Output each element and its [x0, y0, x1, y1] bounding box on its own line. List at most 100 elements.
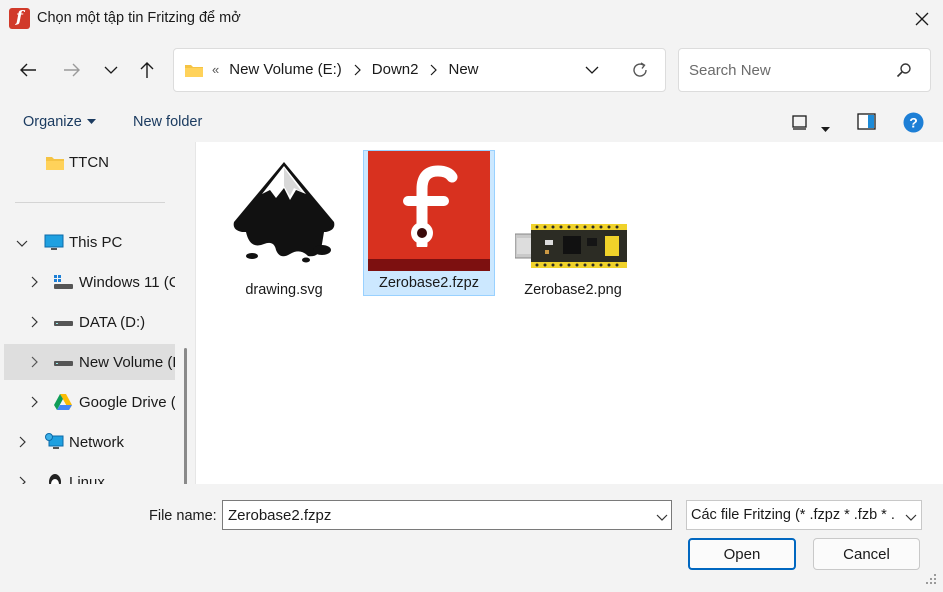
- dialog-footer: File name: Các file Fritzing (* .fzpz * …: [0, 484, 943, 592]
- network-icon: [45, 433, 64, 449]
- sidebar-item-label: DATA (D:): [79, 313, 146, 331]
- cancel-button[interactable]: Cancel: [813, 538, 920, 570]
- sidebar-item-data-d[interactable]: DATA (D:): [0, 304, 175, 340]
- fritzing-icon: [368, 151, 490, 271]
- chevron-right-icon[interactable]: [429, 64, 438, 76]
- navigation-pane: TTCN This PC Windows 11 (C:) DATA (D:) N…: [0, 142, 196, 484]
- sidebar-divider: [15, 202, 165, 203]
- breadcrumb-new[interactable]: New: [448, 61, 478, 78]
- search-icon[interactable]: [896, 62, 912, 81]
- chevron-right-icon[interactable]: [28, 396, 40, 408]
- file-type-dropdown-button[interactable]: [905, 510, 917, 526]
- folder-icon: [46, 157, 64, 170]
- monitor-icon: [44, 234, 64, 250]
- sidebar-item-label: Google Drive (G:): [79, 393, 175, 411]
- file-name-label: drawing.svg: [245, 282, 323, 298]
- sidebar-item-label: Windows 11 (C:): [79, 273, 175, 291]
- recent-locations-button[interactable]: [97, 56, 125, 84]
- pcb-image-icon: [515, 224, 627, 268]
- open-button[interactable]: Open: [688, 538, 796, 570]
- file-name-label: Zerobase2.fzpz: [379, 275, 479, 291]
- help-icon: ?: [903, 112, 924, 133]
- help-button[interactable]: ?: [903, 112, 924, 136]
- refresh-icon: [633, 62, 647, 77]
- organize-label: Organize: [23, 114, 82, 130]
- chevron-right-icon[interactable]: [28, 356, 40, 368]
- address-bar[interactable]: « New Volume (E:) Down2 New: [173, 48, 666, 92]
- view-icon: [792, 115, 807, 130]
- sidebar-item-label: TTCN: [69, 153, 109, 171]
- search-placeholder: Search New: [689, 62, 771, 79]
- chevron-down-icon: [585, 66, 599, 74]
- organize-menu[interactable]: Organize: [23, 114, 96, 130]
- chevron-right-icon[interactable]: [28, 276, 40, 288]
- file-item-drawing-svg[interactable]: drawing.svg: [218, 150, 350, 298]
- chevron-down-icon[interactable]: [16, 237, 28, 249]
- file-item-zerobase2-fzpz[interactable]: Zerobase2.fzpz: [363, 150, 495, 296]
- file-item-zerobase2-png[interactable]: Zerobase2.png: [507, 150, 639, 298]
- fritzing-app-icon: f: [9, 7, 30, 29]
- dialog-title: Chọn một tập tin Fritzing để mở: [37, 10, 241, 26]
- sidebar-item-new-volume[interactable]: New Volume (E:): [4, 344, 175, 380]
- sidebar-item-google-drive[interactable]: Google Drive (G:): [0, 384, 175, 420]
- breadcrumb: « New Volume (E:) Down2 New: [184, 61, 479, 78]
- folder-icon: [185, 64, 203, 77]
- chevron-down-icon: [656, 514, 668, 521]
- file-name-dropdown-button[interactable]: [656, 510, 668, 526]
- file-type-select[interactable]: Các file Fritzing (* .fzpz * .fzb * .: [686, 500, 922, 530]
- breadcrumb-new-volume[interactable]: New Volume (E:): [229, 61, 342, 78]
- sidebar-item-windows-11[interactable]: Windows 11 (C:): [0, 264, 175, 300]
- chevron-down-icon: [905, 514, 917, 521]
- arrow-right-icon: [64, 63, 80, 77]
- sidebar-scrollbar[interactable]: [184, 348, 187, 484]
- sidebar-item-label: This PC: [69, 233, 123, 251]
- windows-drive-icon: [54, 275, 73, 289]
- command-bar: Organize New folder ?: [0, 102, 943, 142]
- view-options-button[interactable]: [790, 114, 810, 135]
- google-drive-icon: [54, 394, 72, 410]
- drive-icon: [54, 321, 73, 326]
- inkscape-icon: [233, 162, 335, 263]
- view-dropdown-button[interactable]: [821, 120, 830, 136]
- resize-grip-icon[interactable]: [924, 572, 938, 589]
- forward-button[interactable]: [58, 56, 86, 84]
- close-icon: [915, 12, 929, 26]
- sidebar-item-network[interactable]: Network: [0, 424, 175, 460]
- sidebar-item-label: New Volume (E:): [79, 353, 175, 371]
- refresh-button[interactable]: [631, 61, 649, 82]
- chevron-down-icon: [104, 66, 118, 74]
- drive-icon: [54, 361, 73, 366]
- breadcrumb-down2[interactable]: Down2: [372, 61, 419, 78]
- back-button[interactable]: [14, 56, 42, 84]
- search-box[interactable]: Search New: [678, 48, 931, 92]
- breadcrumb-overflow[interactable]: «: [212, 62, 219, 77]
- file-name-field-label: File name:: [149, 508, 217, 524]
- new-folder-label: New folder: [133, 114, 203, 130]
- file-type-value: Các file Fritzing (* .fzpz * .fzb * .: [691, 507, 895, 523]
- new-folder-button[interactable]: New folder: [133, 114, 202, 130]
- up-button[interactable]: [133, 56, 161, 84]
- open-label: Open: [723, 545, 761, 563]
- address-history-button[interactable]: [585, 63, 599, 80]
- sidebar-item-label: Network: [69, 433, 125, 451]
- caret-down-icon: [86, 119, 96, 124]
- file-name-label: Zerobase2.png: [524, 282, 622, 298]
- file-name-field[interactable]: [222, 500, 672, 530]
- chevron-right-icon[interactable]: [16, 476, 28, 484]
- chevron-right-icon[interactable]: [16, 436, 28, 448]
- file-list: drawing.svg Zerobase2.fzpz Zerobase2.png: [196, 142, 943, 484]
- arrow-up-icon: [140, 62, 154, 78]
- sidebar-item-linux[interactable]: Linux: [0, 464, 175, 484]
- sidebar-item-ttcn[interactable]: TTCN: [0, 144, 175, 180]
- svg-text:?: ?: [909, 115, 918, 131]
- linux-icon: [49, 474, 61, 484]
- preview-pane-button[interactable]: [857, 113, 877, 134]
- sidebar-item-this-pc[interactable]: This PC: [0, 224, 175, 260]
- chevron-right-icon[interactable]: [28, 316, 40, 328]
- close-button[interactable]: [905, 4, 939, 34]
- cancel-label: Cancel: [843, 545, 890, 563]
- preview-pane-icon: [857, 113, 876, 130]
- chevron-right-icon[interactable]: [353, 64, 361, 76]
- file-name-input[interactable]: [223, 501, 643, 529]
- arrow-left-icon: [20, 63, 36, 77]
